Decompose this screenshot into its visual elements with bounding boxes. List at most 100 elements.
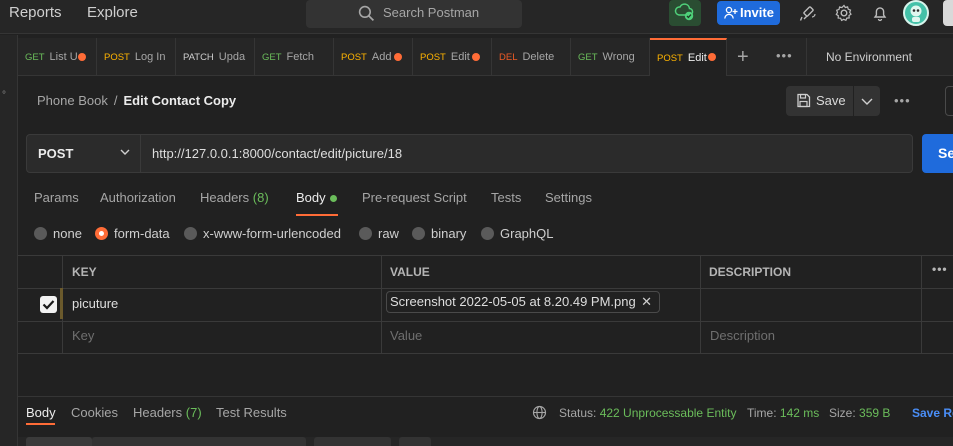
new-value-input[interactable]: Value xyxy=(390,328,422,344)
avatar[interactable] xyxy=(903,0,929,26)
status-value[interactable]: 422 Unprocessable Entity xyxy=(600,406,737,420)
response-tab-headers[interactable]: Headers (7) xyxy=(133,405,202,421)
tab-tests[interactable]: Tests xyxy=(491,189,521,207)
response-tab-body[interactable]: Body xyxy=(26,405,56,421)
chevron-down-icon xyxy=(861,98,873,105)
column-divider xyxy=(381,256,382,354)
tab-settings[interactable]: Settings xyxy=(545,189,592,207)
new-tab-button[interactable]: + xyxy=(737,46,749,68)
environment-selector[interactable]: No Environment xyxy=(806,38,953,76)
new-description-input[interactable]: Description xyxy=(710,328,775,344)
radio-circle xyxy=(412,227,425,240)
radio-label: raw xyxy=(378,226,399,241)
tab-headers-label: Headers xyxy=(200,190,250,205)
radio-x-www-form-urlencoded[interactable]: x-www-form-urlencoded xyxy=(184,227,341,241)
top-bar: Reports Explore Search Postman Invite xyxy=(0,0,953,34)
tab-method: PATCH xyxy=(183,52,214,63)
tab-authorization[interactable]: Authorization xyxy=(100,189,176,207)
response-headers-count: (7) xyxy=(185,405,202,420)
response-wrap-button[interactable] xyxy=(399,437,431,446)
tab-edit-contact-copy[interactable]: POST Edit xyxy=(650,38,727,76)
gear-icon[interactable] xyxy=(835,4,853,22)
radio-circle xyxy=(481,227,494,240)
invite-button[interactable]: Invite xyxy=(717,1,780,25)
tab-update[interactable]: PATCH Upda xyxy=(176,38,255,76)
row-enable-checkbox[interactable] xyxy=(40,296,57,313)
save-response-button[interactable]: Save Re xyxy=(912,406,953,420)
radio-raw[interactable]: raw xyxy=(359,227,399,241)
column-header-description: DESCRIPTION xyxy=(709,265,792,279)
tab-wrong[interactable]: GET Wrong xyxy=(571,38,650,76)
active-tab-indicator xyxy=(296,214,338,216)
tab-method: GET xyxy=(578,52,598,63)
globe-icon[interactable] xyxy=(532,405,547,420)
nav-reports[interactable]: Reports xyxy=(9,0,62,26)
tab-edit[interactable]: POST Edit xyxy=(413,38,492,76)
tab-delete[interactable]: DEL Delete xyxy=(492,38,571,76)
row-key[interactable]: picuture xyxy=(72,296,118,312)
tab-label: Log In xyxy=(134,51,166,63)
chevron-down-icon xyxy=(120,149,130,155)
radio-graphql[interactable]: GraphQL xyxy=(481,227,553,241)
save-button[interactable]: Save xyxy=(786,86,853,116)
bulk-edit-menu-button[interactable]: ••• xyxy=(932,262,948,276)
bell-icon[interactable] xyxy=(871,4,889,22)
response-format-options[interactable] xyxy=(92,437,306,446)
send-button[interactable]: Se xyxy=(922,134,953,173)
method-select[interactable]: POST xyxy=(26,134,141,173)
tab-method: POST xyxy=(341,52,367,63)
radio-binary[interactable]: binary xyxy=(412,227,466,241)
row-drag-handle[interactable] xyxy=(60,288,63,319)
tab-method: POST xyxy=(420,52,446,63)
close-icon[interactable]: ✕ xyxy=(641,292,652,312)
sync-status-button[interactable] xyxy=(669,0,701,26)
satellite-icon[interactable] xyxy=(799,4,817,22)
radio-form-data[interactable]: form-data xyxy=(95,227,170,241)
invite-label: Invite xyxy=(740,5,774,20)
time-label: Time: xyxy=(747,406,777,420)
tab-body[interactable]: Body xyxy=(296,189,326,207)
nav-explore[interactable]: Explore xyxy=(87,0,138,26)
request-more-button[interactable]: ••• xyxy=(894,93,911,108)
response-format-select[interactable] xyxy=(314,437,391,446)
file-name: Screenshot 2022-05-05 at 8.20.49 PM.png xyxy=(390,294,636,309)
save-options-button[interactable] xyxy=(854,86,880,116)
tab-pre-request-script[interactable]: Pre-request Script xyxy=(362,189,467,207)
time-value[interactable]: 142 ms xyxy=(780,406,819,420)
send-label: Se xyxy=(938,145,953,161)
tab-add[interactable]: POST Add xyxy=(334,38,413,76)
radio-label: form-data xyxy=(114,226,170,241)
tab-params[interactable]: Params xyxy=(34,189,79,207)
tab-log-in[interactable]: POST Log In xyxy=(97,38,176,76)
size-value[interactable]: 359 B xyxy=(859,406,890,420)
response-headers-label: Headers xyxy=(133,405,183,420)
tab-method: DEL xyxy=(499,52,518,63)
radio-label: GraphQL xyxy=(500,226,554,241)
response-format-pretty[interactable] xyxy=(26,437,92,446)
search-box[interactable]: Search Postman xyxy=(306,0,522,28)
file-chip[interactable]: Screenshot 2022-05-05 at 8.20.49 PM.png … xyxy=(386,291,660,313)
tab-list-users[interactable]: GET List U xyxy=(18,38,97,76)
url-input[interactable]: http://127.0.0.1:8000/contact/edit/pictu… xyxy=(141,134,913,173)
request-name[interactable]: Edit Contact Copy xyxy=(123,93,236,108)
window-edge xyxy=(943,0,953,26)
tab-options-button[interactable]: ••• xyxy=(776,48,793,63)
tab-fetch[interactable]: GET Fetch xyxy=(255,38,334,76)
breadcrumb-collection[interactable]: Phone Book xyxy=(37,93,108,108)
tab-method: GET xyxy=(262,52,282,63)
response-tab-test-results[interactable]: Test Results xyxy=(216,405,287,421)
response-tab-cookies[interactable]: Cookies xyxy=(71,405,118,421)
active-tab-indicator xyxy=(26,423,55,425)
tab-label: Upda xyxy=(218,51,246,63)
tab-headers[interactable]: Headers (8) xyxy=(200,189,269,207)
tab-label: List U xyxy=(49,51,78,63)
left-sidebar-collapsed[interactable]: ° xyxy=(0,35,18,446)
radio-none[interactable]: none xyxy=(34,227,82,241)
column-header-value: VALUE xyxy=(390,265,430,279)
new-key-input[interactable]: Key xyxy=(72,328,94,344)
unsaved-dot xyxy=(472,53,480,61)
tab-label: Edit xyxy=(450,51,470,63)
unsaved-dot xyxy=(708,53,716,61)
headers-count: (8) xyxy=(252,190,269,205)
side-panel-toggle[interactable] xyxy=(945,86,953,116)
